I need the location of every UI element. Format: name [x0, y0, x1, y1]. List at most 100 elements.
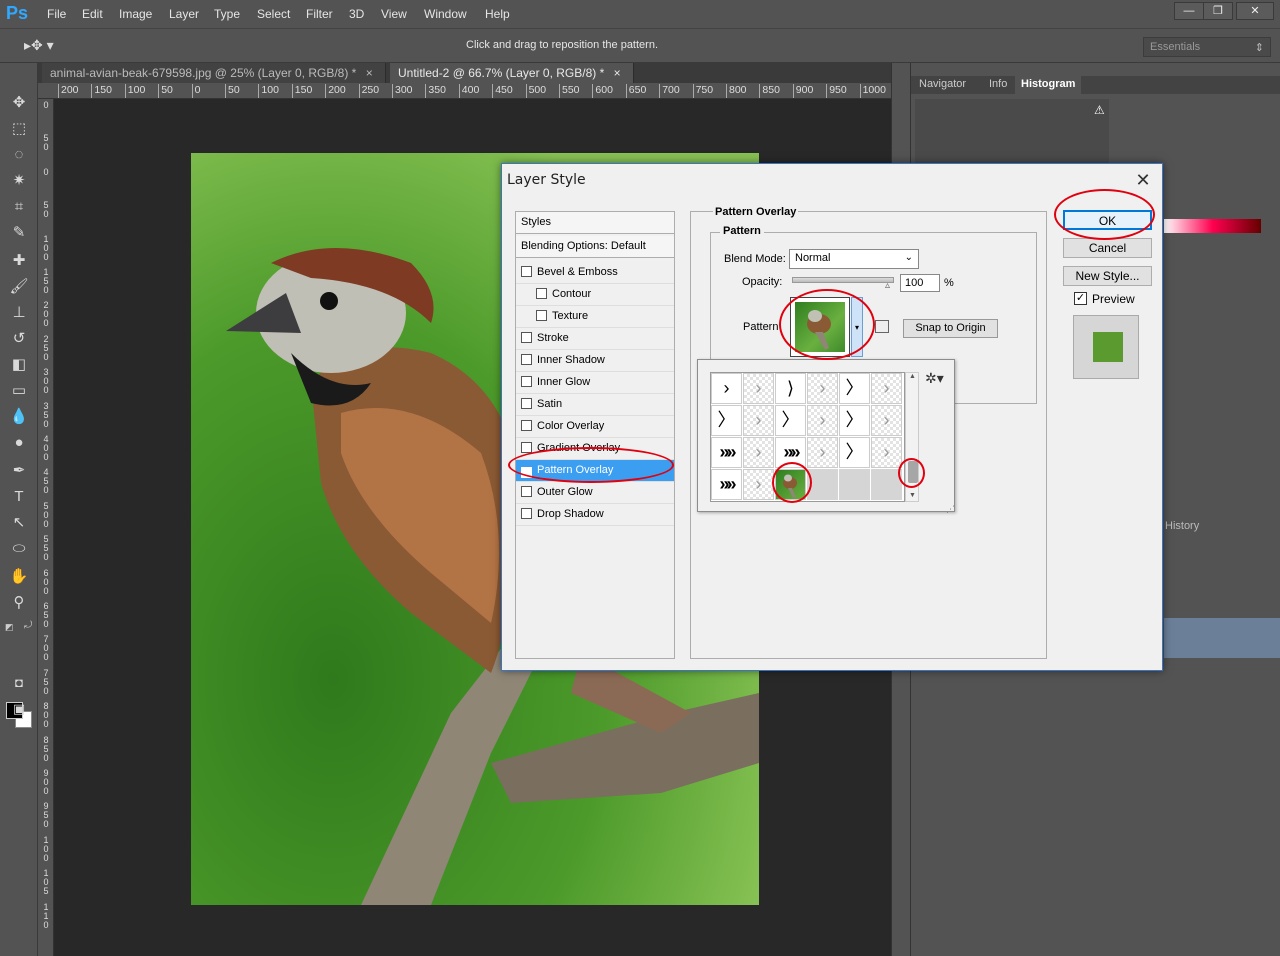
- pattern-swatch-checker[interactable]: ›: [807, 373, 838, 404]
- workspace-select[interactable]: Essentials ⇕: [1143, 37, 1271, 57]
- menu-window[interactable]: Window: [424, 7, 467, 21]
- menu-3d[interactable]: 3D: [349, 7, 364, 21]
- preview-checkbox[interactable]: ✓: [1074, 292, 1087, 305]
- pattern-swatch-checker[interactable]: ›: [807, 405, 838, 436]
- lasso-tool-icon[interactable]: ◌: [9, 145, 29, 165]
- pattern-swatch-arrow-dense[interactable]: »»: [711, 469, 742, 500]
- style-checkbox[interactable]: [521, 376, 532, 387]
- tab-navigator[interactable]: Navigator: [913, 76, 973, 94]
- snap-to-origin-button[interactable]: Snap to Origin: [903, 319, 998, 338]
- blur-tool-icon[interactable]: 💧: [9, 407, 29, 427]
- tab-histogram[interactable]: Histogram: [1015, 76, 1082, 94]
- new-style-button[interactable]: New Style...: [1063, 266, 1152, 286]
- scroll-up-icon[interactable]: ▲: [909, 373, 916, 380]
- tab-info[interactable]: Info: [983, 76, 1014, 94]
- blend-mode-select[interactable]: Normal ⌄: [789, 249, 919, 269]
- pattern-swatch-arrow-chevron[interactable]: 〉: [711, 405, 742, 436]
- styles-header[interactable]: Styles: [516, 212, 674, 234]
- style-item-stroke[interactable]: Stroke: [516, 328, 674, 350]
- pattern-swatch-checker[interactable]: ›: [743, 405, 774, 436]
- menu-select[interactable]: Select: [257, 7, 290, 21]
- quick-mask-icon[interactable]: ◘: [9, 673, 29, 693]
- pattern-swatch-checker[interactable]: ›: [871, 373, 902, 404]
- style-checkbox[interactable]: [521, 420, 532, 431]
- menu-type[interactable]: Type: [214, 7, 240, 21]
- style-checkbox[interactable]: [521, 508, 532, 519]
- style-item-contour[interactable]: Contour: [516, 284, 674, 306]
- scroll-down-icon[interactable]: ▼: [909, 492, 916, 499]
- pattern-swatch-checker[interactable]: ›: [807, 437, 838, 468]
- history-brush-tool-icon[interactable]: ↺: [9, 329, 29, 349]
- menu-help[interactable]: Help: [485, 7, 510, 21]
- style-item-satin[interactable]: Satin: [516, 394, 674, 416]
- opacity-input[interactable]: 100: [900, 274, 940, 292]
- style-checkbox[interactable]: [521, 266, 532, 277]
- style-item-gradient-overlay[interactable]: Gradient Overlay: [516, 438, 674, 460]
- close-window-button[interactable]: ✕: [1236, 2, 1274, 20]
- minimize-button[interactable]: —: [1174, 2, 1204, 20]
- blending-options-item[interactable]: Blending Options: Default: [516, 236, 674, 258]
- style-checkbox[interactable]: [536, 288, 547, 299]
- style-checkbox[interactable]: [521, 398, 532, 409]
- tab-document-1[interactable]: animal-avian-beak-679598.jpg @ 25% (Laye…: [42, 63, 386, 83]
- style-item-color-overlay[interactable]: Color Overlay: [516, 416, 674, 438]
- crop-tool-icon[interactable]: ⌗: [9, 197, 29, 217]
- style-checkbox[interactable]: [521, 442, 532, 453]
- pattern-swatch-arrow-chevron[interactable]: 〉: [839, 373, 870, 404]
- pattern-swatch-checker[interactable]: ›: [871, 437, 902, 468]
- style-item-inner-shadow[interactable]: Inner Shadow: [516, 350, 674, 372]
- history-panel-tab[interactable]: History: [1165, 520, 1199, 532]
- pattern-swatch-checker[interactable]: ›: [871, 405, 902, 436]
- hand-tool-icon[interactable]: ✋: [9, 567, 29, 587]
- pattern-thumbnail[interactable]: [790, 297, 850, 357]
- style-item-pattern-overlay[interactable]: ✓ Pattern Overlay: [516, 460, 674, 482]
- style-checkbox[interactable]: ✓: [521, 467, 532, 478]
- menu-file[interactable]: File: [47, 7, 66, 21]
- eraser-tool-icon[interactable]: ◧: [9, 355, 29, 375]
- dialog-close-icon[interactable]: ✕: [1130, 167, 1156, 193]
- ok-button[interactable]: OK: [1063, 210, 1152, 230]
- style-item-outer-glow[interactable]: Outer Glow: [516, 482, 674, 504]
- marquee-tool-icon[interactable]: ⬚: [9, 119, 29, 139]
- pattern-swatch-arrow-chevron[interactable]: 〉: [775, 405, 806, 436]
- menu-filter[interactable]: Filter: [306, 7, 333, 21]
- tab-close-icon[interactable]: ×: [366, 66, 373, 80]
- style-item-texture[interactable]: Texture: [516, 306, 674, 328]
- pattern-picker-dropdown[interactable]: ▾: [851, 297, 863, 357]
- menu-image[interactable]: Image: [119, 7, 152, 21]
- pattern-scrollbar[interactable]: ▲ ▼: [905, 372, 919, 502]
- dodge-tool-icon[interactable]: ●: [9, 433, 29, 453]
- style-item-drop-shadow[interactable]: Drop Shadow: [516, 504, 674, 526]
- healing-brush-tool-icon[interactable]: ✚: [9, 251, 29, 271]
- color-ramp[interactable]: [1164, 219, 1261, 233]
- style-checkbox[interactable]: [521, 332, 532, 343]
- scrollbar-thumb[interactable]: [908, 461, 918, 483]
- swap-colors-icon[interactable]: ⤾: [24, 620, 32, 631]
- type-tool-icon[interactable]: T: [9, 487, 29, 507]
- magic-wand-tool-icon[interactable]: ✷: [9, 171, 29, 191]
- path-selection-tool-icon[interactable]: ↖: [9, 513, 29, 533]
- ellipse-tool-icon[interactable]: ⬭: [9, 539, 29, 559]
- warning-icon[interactable]: ⚠: [1094, 103, 1105, 117]
- pattern-swatch-arrow-chevron[interactable]: 〉: [839, 437, 870, 468]
- move-tool-preset-icon[interactable]: ▸✥ ▾: [24, 37, 54, 54]
- pattern-swatch-arrow-wavy[interactable]: ⟩: [775, 373, 806, 404]
- menu-view[interactable]: View: [381, 7, 407, 21]
- gear-icon[interactable]: ✲▾: [925, 370, 944, 387]
- pattern-swatch-arrow-dense[interactable]: »»: [711, 437, 742, 468]
- pattern-swatch-arrow-chevron[interactable]: 〉: [839, 405, 870, 436]
- resize-grip-icon[interactable]: ⋰: [946, 504, 955, 515]
- new-preset-icon[interactable]: [875, 320, 889, 333]
- eyedropper-tool-icon[interactable]: ✎: [9, 223, 29, 243]
- style-checkbox[interactable]: [521, 486, 532, 497]
- menu-layer[interactable]: Layer: [169, 7, 199, 21]
- style-item-bevel-emboss[interactable]: Bevel & Emboss: [516, 262, 674, 284]
- style-checkbox[interactable]: [521, 354, 532, 365]
- style-item-inner-glow[interactable]: Inner Glow: [516, 372, 674, 394]
- move-tool-icon[interactable]: ✥: [9, 93, 29, 113]
- default-colors-icon[interactable]: ◩: [5, 622, 14, 633]
- style-checkbox[interactable]: [536, 310, 547, 321]
- clone-stamp-tool-icon[interactable]: ⊥: [9, 303, 29, 323]
- pattern-swatch-arrow-dense[interactable]: »»: [775, 437, 806, 468]
- tab-close-icon[interactable]: ×: [614, 66, 621, 80]
